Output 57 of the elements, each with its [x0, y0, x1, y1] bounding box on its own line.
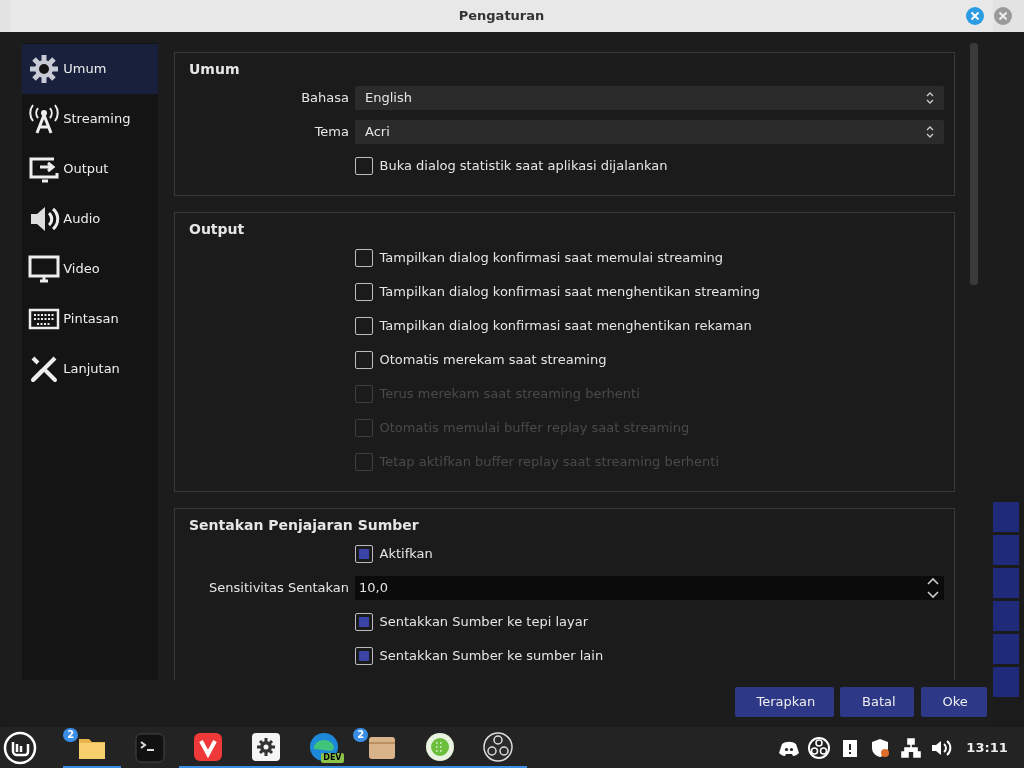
- field-label: Bahasa: [300, 89, 350, 108]
- app-badge: 2: [353, 728, 369, 742]
- clock: 13:11: [966, 738, 1008, 757]
- app-badge: DEV: [321, 753, 344, 763]
- checkbox[interactable]: [355, 613, 373, 631]
- group-title: Sentakan Penjajaran Sumber: [189, 516, 420, 535]
- dropdown[interactable]: Acri: [355, 120, 944, 144]
- sidebar-item[interactable]: Video: [22, 244, 158, 294]
- checkbox[interactable]: [355, 647, 373, 665]
- field-label: Tema: [313, 123, 350, 142]
- checkbox-label: Tampilkan dialog konfirmasi saat menghentikan rekaman: [379, 317, 752, 336]
- dialog-button[interactable]: Batal: [840, 686, 914, 717]
- checkbox-label: Buka dialog statistik saat aplikasi dijalankan: [379, 157, 668, 176]
- monitor-icon: [28, 253, 60, 285]
- sidebar-item[interactable]: Lanjutan: [22, 344, 158, 394]
- stepper-icon[interactable]: [926, 577, 940, 599]
- spin-field[interactable]: 10,0: [355, 576, 944, 600]
- dialog-button[interactable]: Terapkan: [734, 686, 834, 717]
- checkbox-label: Tampilkan dialog konfirmasi saat memulai streaming: [379, 249, 723, 268]
- group-title: Output: [189, 220, 246, 239]
- field-label: Sensitivitas Sentakan: [208, 579, 350, 598]
- checkbox-label: Otomatis merekam saat streaming: [379, 351, 607, 370]
- checkbox-label: Sentakkan Sumber ke sumber lain: [379, 647, 604, 666]
- v-logo-icon: [192, 730, 225, 763]
- circles-logo-icon: [482, 730, 515, 763]
- dialog-button[interactable]: Oke: [920, 686, 987, 717]
- obs-icon[interactable]: [807, 735, 832, 760]
- browser-logo-icon: [308, 730, 341, 763]
- taskbar-app[interactable]: DEV: [295, 727, 354, 768]
- window-title: Pengaturan: [458, 7, 545, 26]
- checkbox[interactable]: [355, 249, 373, 267]
- antenna-icon: [28, 103, 60, 135]
- checkbox[interactable]: [355, 545, 373, 563]
- checkbox[interactable]: [355, 351, 373, 369]
- close-icon[interactable]: [965, 6, 985, 26]
- checkbox-label: Aktifkan: [379, 545, 433, 564]
- group-title: Umum: [189, 60, 241, 79]
- dropdown[interactable]: English: [355, 86, 944, 110]
- network-icon[interactable]: [898, 735, 923, 760]
- checkbox-label: Sentakkan Sumber ke tepi layar: [379, 613, 588, 632]
- checkbox[interactable]: [355, 283, 373, 301]
- menu-icon[interactable]: [3, 730, 38, 765]
- sidebar-item[interactable]: Pintasan: [22, 294, 158, 344]
- chevron-icon: [926, 126, 934, 138]
- sidebar-item[interactable]: Output: [22, 144, 158, 194]
- grid-app-icon: [424, 730, 457, 763]
- chevron-icon: [926, 92, 934, 104]
- sidebar-item[interactable]: Streaming: [22, 94, 158, 144]
- sidebar-item[interactable]: Umum: [22, 44, 158, 94]
- gear-icon: [28, 53, 60, 85]
- checkbox-label: Tampilkan dialog konfirmasi saat menghentikan streaming: [379, 283, 761, 302]
- terminal-icon: [134, 731, 167, 764]
- settings-icon: [250, 730, 283, 763]
- app-badge: 2: [63, 728, 79, 742]
- sidebar-item[interactable]: Audio: [22, 194, 158, 244]
- checkbox[interactable]: [355, 317, 373, 335]
- checkbox[interactable]: [355, 157, 373, 175]
